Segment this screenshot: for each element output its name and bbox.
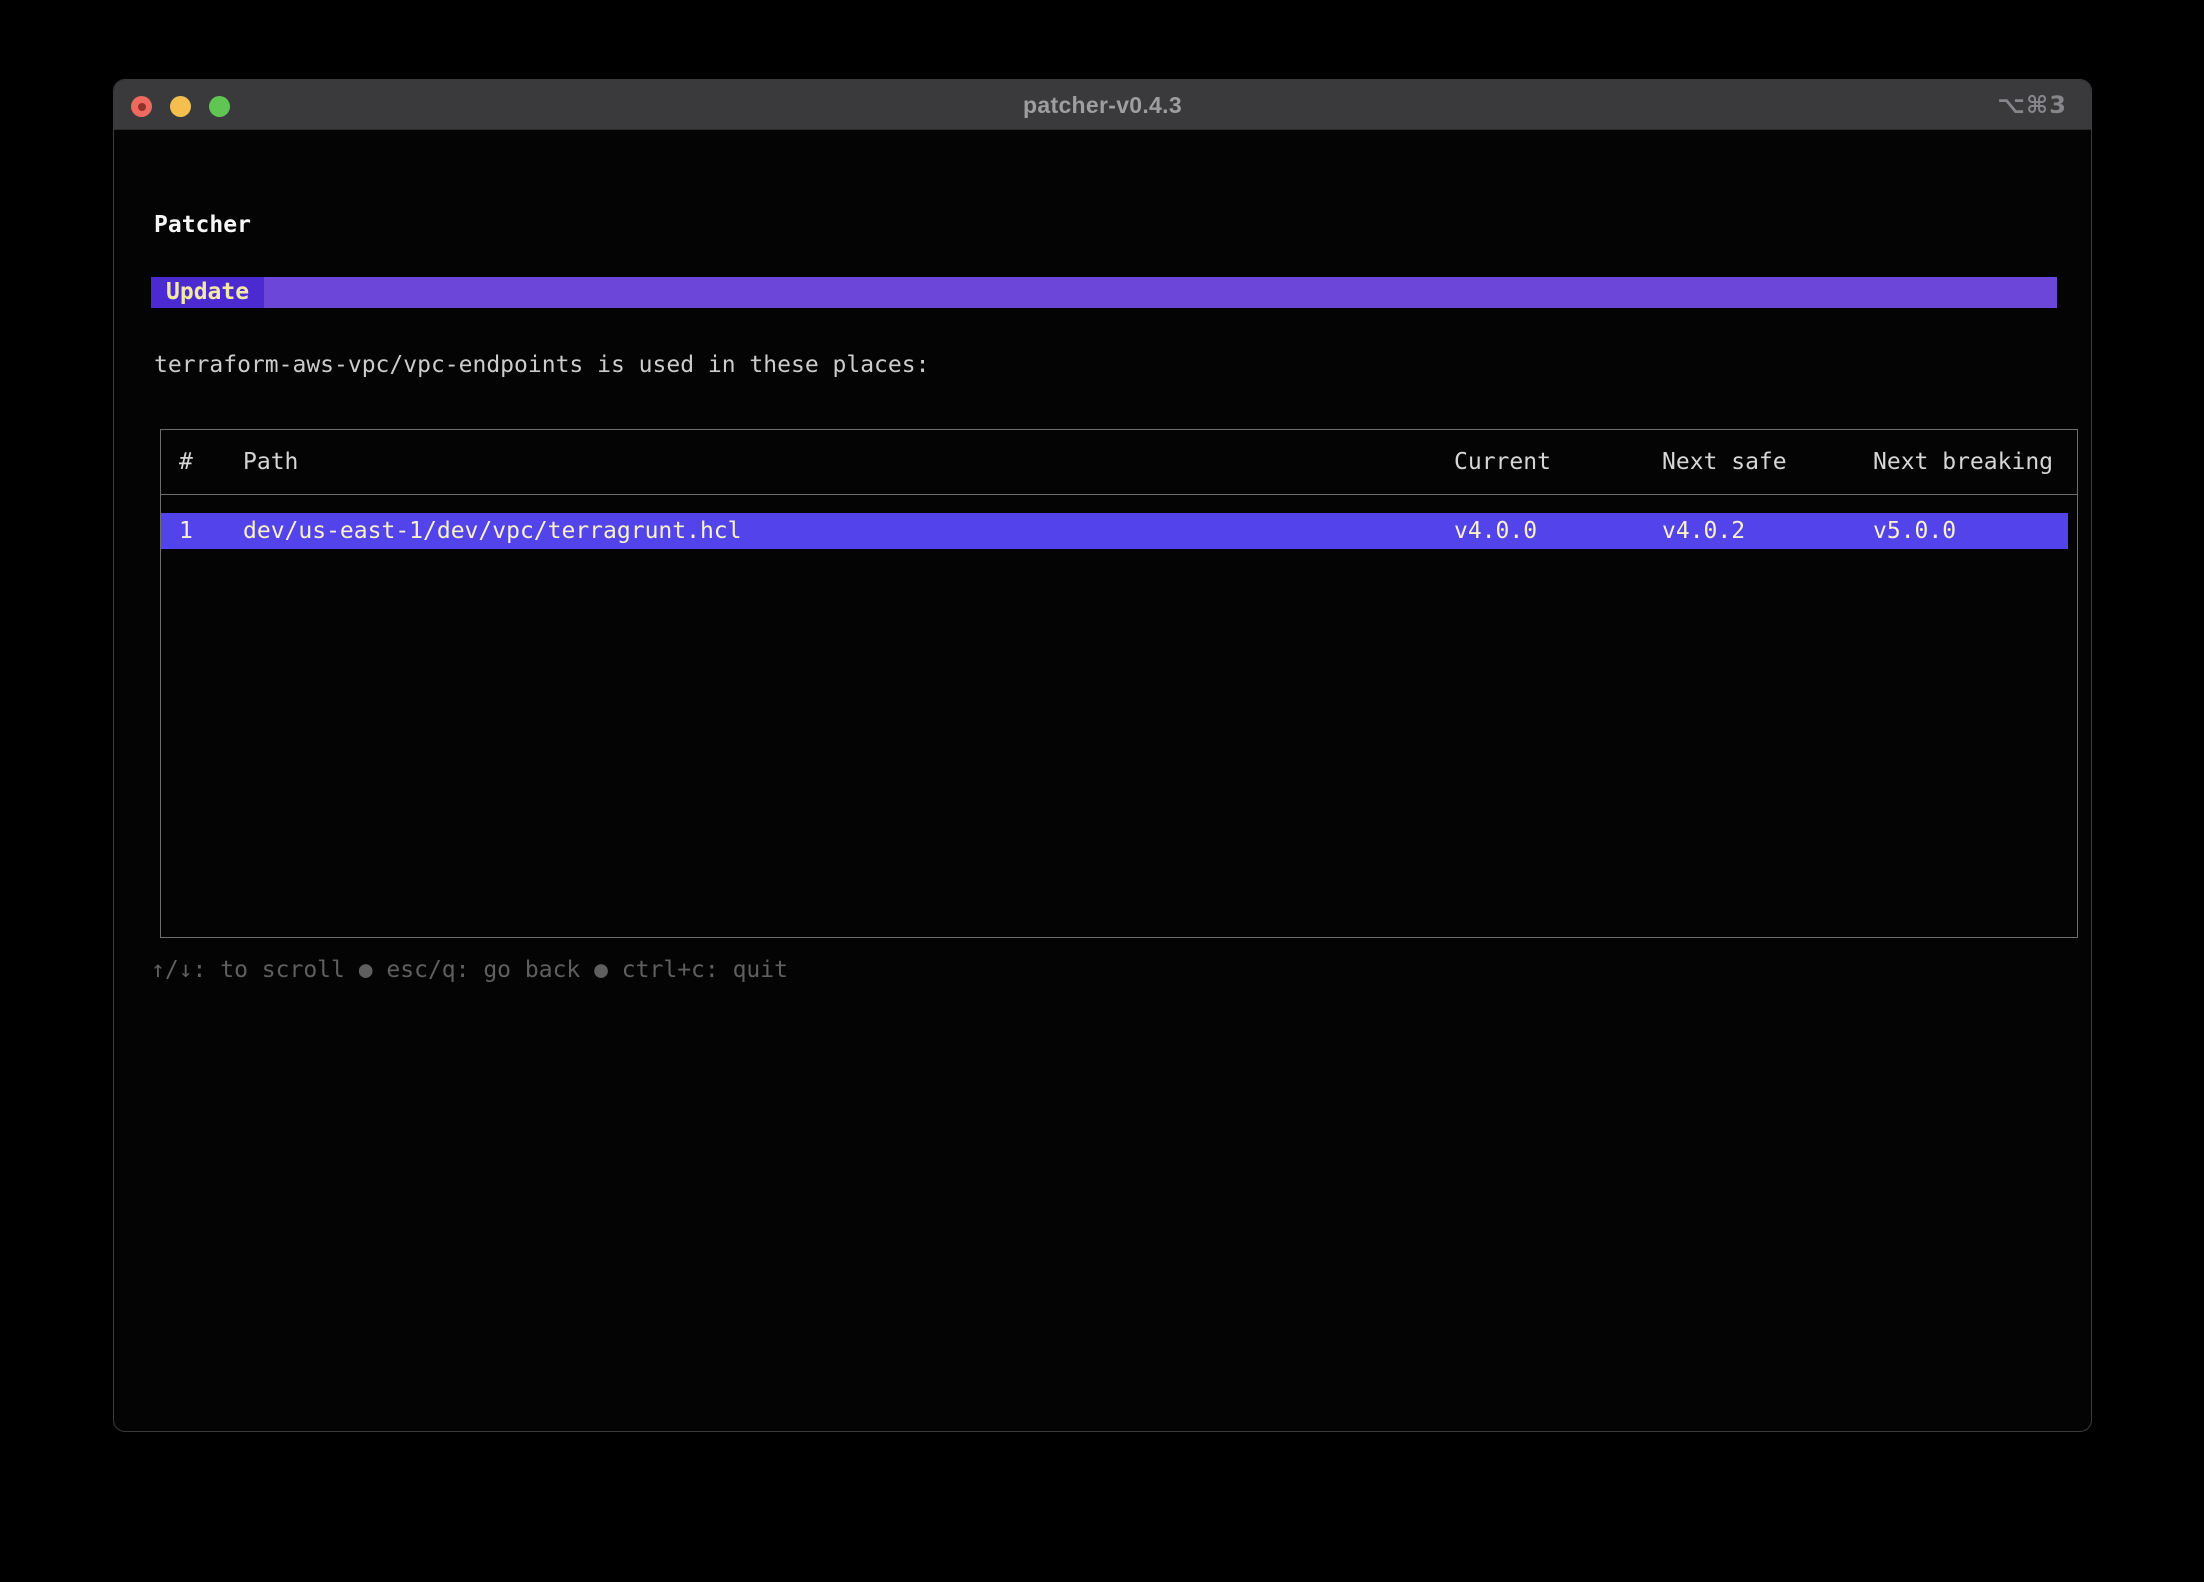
app-heading: Patcher (154, 210, 251, 240)
tab-bar: Update (151, 277, 2057, 308)
help-bar: ↑/↓: to scroll ● esc/q: go back ● ctrl+c… (151, 954, 788, 986)
window-shortcut-badge: ⌥⌘3 (1997, 80, 2067, 130)
col-header-num: # (179, 430, 193, 495)
patcher-terminal-window: patcher-v0.4.3 ⌥⌘3 Patcher Update terraf… (113, 79, 2092, 1432)
usage-subtitle: terraform-aws-vpc/vpc-endpoints is used … (154, 350, 929, 380)
col-header-next-safe: Next safe (1662, 430, 1787, 495)
col-header-path: Path (243, 430, 298, 495)
usage-table: # Path Current Next safe Next breaking 1… (160, 429, 2078, 938)
window-title: patcher-v0.4.3 (114, 80, 2091, 129)
row-cell-current: v4.0.0 (1454, 513, 1537, 549)
row-cell-next-breaking: v5.0.0 (1873, 513, 1956, 549)
col-header-next-breaking: Next breaking (1873, 430, 2053, 495)
table-header-row: # Path Current Next safe Next breaking (161, 430, 2077, 495)
table-row[interactable]: 1 dev/us-east-1/dev/vpc/terragrunt.hcl v… (161, 513, 2068, 549)
window-titlebar[interactable]: patcher-v0.4.3 ⌥⌘3 (114, 80, 2091, 130)
row-cell-next-safe: v4.0.2 (1662, 513, 1745, 549)
row-cell-path: dev/us-east-1/dev/vpc/terragrunt.hcl (243, 513, 742, 549)
col-header-current: Current (1454, 430, 1551, 495)
tab-update[interactable]: Update (151, 277, 264, 308)
row-cell-num: 1 (179, 513, 193, 549)
